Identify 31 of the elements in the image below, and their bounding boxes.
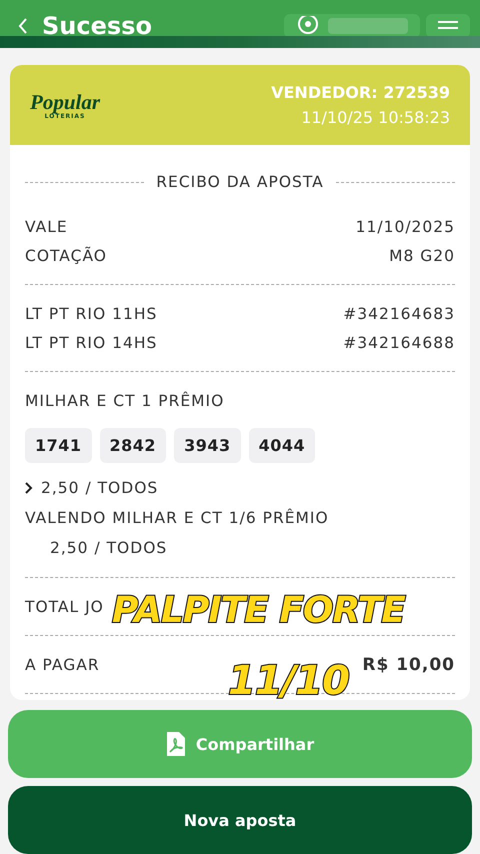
stake-text: 2,50 / TODOS [50, 539, 168, 557]
receipt-title: RECIBO DA APOSTA [156, 173, 324, 191]
info-label: VALE [25, 218, 68, 236]
menu-icon [438, 20, 458, 32]
ticket-number: #342164683 [343, 304, 455, 322]
number-chip: 4044 [248, 428, 316, 463]
chevron-icon[interactable] [25, 482, 33, 494]
page-title: Sucesso [42, 12, 152, 36]
number-chip: 1741 [25, 428, 92, 463]
bet-title: MILHAR E CT 1 PRÊMIO [25, 392, 226, 410]
pay-amount: R$ 10,00 [362, 654, 455, 674]
caption-text: 11/10 [228, 657, 349, 705]
pdf-icon [166, 731, 186, 757]
caption-text: PALPITE FORTE [112, 589, 405, 633]
ticket-number: #342164688 [343, 334, 455, 352]
info-label: COTAÇÃO [25, 246, 107, 264]
number-chip: 3943 [174, 428, 241, 463]
new-bet-button[interactable]: Nova aposta [8, 786, 472, 854]
stake-text: 2,50 / TODOS [41, 479, 158, 497]
receipt-datetime: 11/10/25 10:58:23 [301, 108, 450, 127]
bet-detail: VALENDO MILHAR E CT 1/6 PRÊMIO [25, 509, 329, 527]
menu-button[interactable] [426, 14, 470, 36]
vendor-label: VENDEDOR: 272539 [271, 83, 450, 102]
draw-name: LT PT RIO 14HS [25, 334, 158, 352]
pay-label: A PAGAR [25, 656, 100, 674]
draw-name: LT PT RIO 11HS [25, 304, 158, 322]
back-icon[interactable] [18, 18, 28, 34]
info-value: M8 G20 [389, 246, 455, 264]
total-label: TOTAL JO [25, 598, 104, 616]
info-value: 11/10/2025 [356, 218, 455, 236]
number-chip: 2842 [100, 428, 166, 463]
